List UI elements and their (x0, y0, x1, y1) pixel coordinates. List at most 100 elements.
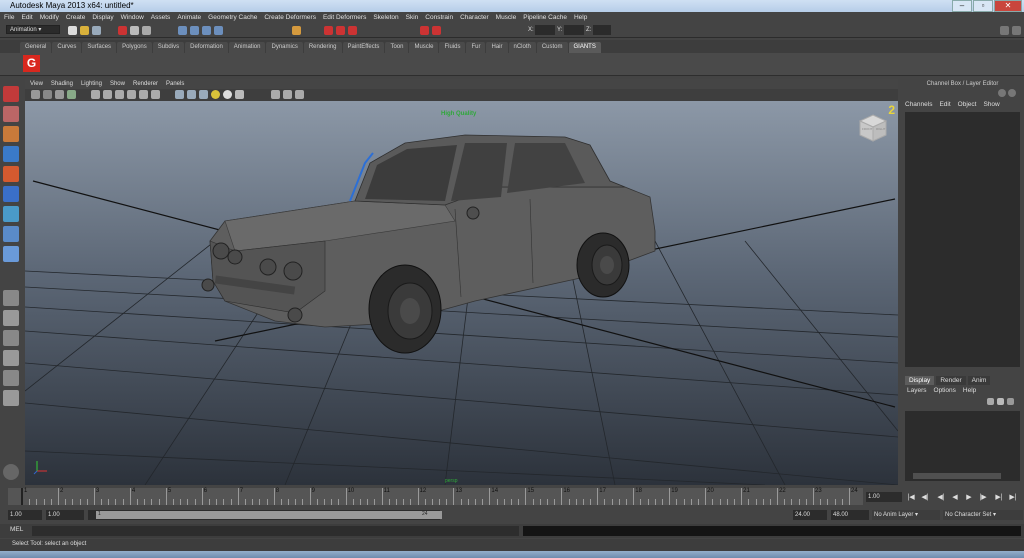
menu-edit-deformers[interactable]: Edit Deformers (323, 14, 366, 21)
menu-muscle[interactable]: Muscle (496, 14, 517, 21)
select-hierarchy-icon[interactable] (118, 26, 127, 35)
render-view-icon[interactable] (432, 26, 441, 35)
wireframe-on-shaded-icon[interactable] (199, 90, 208, 99)
new-scene-icon[interactable] (68, 26, 77, 35)
menu-skin[interactable]: Skin (406, 14, 419, 21)
toggle-attribute-editor-icon[interactable] (1008, 89, 1016, 97)
layer-options-icon[interactable] (1007, 398, 1014, 405)
render-settings-icon[interactable] (348, 26, 357, 35)
render-icon[interactable] (324, 26, 333, 35)
z-field[interactable] (593, 25, 611, 35)
hypershade-layout-icon[interactable] (3, 370, 19, 386)
construction-history-icon[interactable] (292, 26, 301, 35)
safe-action-icon[interactable] (151, 90, 160, 99)
menu-help[interactable]: Help (574, 14, 587, 21)
select-object-icon[interactable] (130, 26, 139, 35)
giants-shelf-icon[interactable]: G (23, 55, 40, 72)
hypershade-icon[interactable] (420, 26, 429, 35)
range-slider-handle[interactable]: 1 24 (96, 511, 442, 519)
four-view-layout-icon[interactable] (3, 310, 19, 326)
snap-grid-icon[interactable] (178, 26, 187, 35)
command-input[interactable] (32, 526, 519, 536)
paint-select-tool-icon[interactable] (3, 126, 19, 142)
gate-mask-icon[interactable] (127, 90, 136, 99)
play-backwards-button[interactable]: ◀ (950, 493, 960, 502)
viewport-menu-show[interactable]: Show (110, 81, 125, 87)
x-field[interactable] (535, 25, 555, 35)
time-slider[interactable]: 1 2 3 4 5 6 7 8 9 10 11 12 13 14 15 16 17 18 19 20 21 22 23 24 (8, 488, 863, 505)
select-camera-icon[interactable] (31, 90, 40, 99)
menu-assets[interactable]: Assets (151, 14, 171, 21)
layer-tab-display[interactable]: Display (905, 376, 935, 385)
go-to-start-button[interactable]: |◀ (906, 493, 916, 502)
step-forward-key-button[interactable]: ▶| (994, 493, 1004, 502)
mel-label[interactable]: MEL (10, 526, 23, 533)
isolate-select-icon[interactable] (271, 90, 280, 99)
channel-box-menu-channels[interactable]: Channels (905, 101, 932, 108)
use-all-lights-icon[interactable] (211, 90, 220, 99)
layer-scrollbar[interactable] (913, 473, 1001, 479)
menu-file[interactable]: File (4, 14, 14, 21)
step-forward-frame-button[interactable]: |▶ (978, 493, 988, 502)
menu-pipeline-cache[interactable]: Pipeline Cache (523, 14, 567, 21)
menu-display[interactable]: Display (92, 14, 113, 21)
viewport-menu-lighting[interactable]: Lighting (81, 81, 102, 87)
current-time-marker[interactable] (21, 488, 23, 505)
go-to-end-button[interactable]: ▶| (1008, 493, 1018, 502)
layer-menu-layers[interactable]: Layers (907, 387, 927, 394)
viewport-menu-renderer[interactable]: Renderer (133, 81, 158, 87)
menu-create[interactable]: Create (66, 14, 86, 21)
viewport-menu-shading[interactable]: Shading (51, 81, 73, 87)
layout-icon[interactable] (3, 390, 19, 406)
end-time-field[interactable]: 48.00 (831, 510, 869, 520)
viewport-menu-panels[interactable]: Panels (166, 81, 184, 87)
menu-skeleton[interactable]: Skeleton (373, 14, 398, 21)
grid-toggle-icon[interactable] (91, 90, 100, 99)
menu-constrain[interactable]: Constrain (425, 14, 453, 21)
textured-icon[interactable] (235, 90, 244, 99)
single-perspective-layout-icon[interactable] (3, 290, 19, 306)
channel-box-menu-edit[interactable]: Edit (939, 101, 950, 108)
soft-mod-icon[interactable] (3, 226, 19, 242)
menu-modify[interactable]: Modify (40, 14, 59, 21)
current-frame-field[interactable]: 1.00 (866, 492, 902, 502)
field-chart-icon[interactable] (139, 90, 148, 99)
xray-icon[interactable] (283, 90, 292, 99)
menu-animate[interactable]: Animate (177, 14, 201, 21)
playback-end-field[interactable]: 24.00 (793, 510, 827, 520)
new-layer-selected-icon[interactable] (997, 398, 1004, 405)
move-tool-icon[interactable] (3, 146, 19, 162)
step-back-key-button[interactable]: ◀| (920, 493, 930, 502)
scale-tool-icon[interactable] (3, 186, 19, 202)
bookmark-icon[interactable] (55, 90, 64, 99)
menu-set-dropdown[interactable]: Animation ▾ (6, 25, 60, 34)
lasso-tool-icon[interactable] (3, 106, 19, 122)
y-field[interactable] (564, 25, 584, 35)
range-slider[interactable]: 1 24 (88, 510, 442, 520)
menu-window[interactable]: Window (121, 14, 144, 21)
xray-joints-icon[interactable] (295, 90, 304, 99)
playback-start-field[interactable]: 1.00 (46, 510, 84, 520)
menu-create-deformers[interactable]: Create Deformers (264, 14, 316, 21)
shadows-icon[interactable] (223, 90, 232, 99)
close-button[interactable]: ✕ (994, 0, 1022, 12)
persp-outliner-layout-icon[interactable] (3, 330, 19, 346)
show-channel-box-icon[interactable] (1012, 26, 1021, 35)
universal-manipulator-icon[interactable] (3, 206, 19, 222)
resolution-gate-icon[interactable] (115, 90, 124, 99)
layer-list[interactable] (905, 411, 1020, 481)
select-tool-icon[interactable] (3, 86, 19, 102)
viewport-menu-view[interactable]: View (30, 81, 43, 87)
snap-surface-icon[interactable] (214, 26, 223, 35)
menu-geometry-cache[interactable]: Geometry Cache (208, 14, 257, 21)
bridge-icon[interactable] (3, 464, 19, 480)
channel-box-menu-object[interactable]: Object (958, 101, 977, 108)
layer-tab-render[interactable]: Render (936, 376, 966, 385)
smooth-shade-icon[interactable] (187, 90, 196, 99)
wireframe-icon[interactable] (175, 90, 184, 99)
snap-point-icon[interactable] (202, 26, 211, 35)
ipr-render-icon[interactable] (336, 26, 345, 35)
channel-box-menu-show[interactable]: Show (983, 101, 999, 108)
play-forwards-button[interactable]: ▶ (964, 493, 974, 502)
character-set-dropdown[interactable]: No Character Set ▾ (943, 510, 1023, 520)
